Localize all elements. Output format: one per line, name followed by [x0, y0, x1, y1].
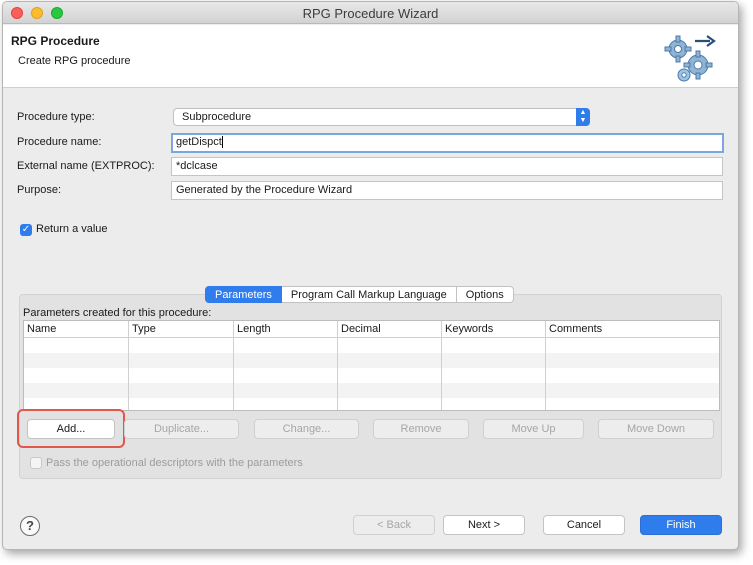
purpose-value: Generated by the Procedure Wizard [176, 184, 353, 196]
tab-parameters[interactable]: Parameters [205, 286, 282, 303]
help-icon[interactable]: ? [20, 516, 40, 536]
banner-title: RPG Procedure [11, 34, 100, 48]
back-button[interactable]: < Back [353, 515, 435, 535]
move-up-button[interactable]: Move Up [483, 419, 584, 439]
purpose-input[interactable]: Generated by the Procedure Wizard [171, 181, 723, 200]
procedure-type-label: Procedure type: [17, 111, 95, 123]
next-button[interactable]: Next > [443, 515, 525, 535]
cancel-button[interactable]: Cancel [543, 515, 625, 535]
column-header-type[interactable]: Type [129, 321, 234, 338]
move-down-button[interactable]: Move Down [598, 419, 714, 439]
banner-subtitle: Create RPG procedure [18, 55, 131, 67]
text-caret [221, 136, 223, 149]
gear-arrow-icon [664, 35, 716, 82]
external-name-value: *dclcase [176, 160, 218, 172]
procedure-name-input[interactable]: getDispct [171, 133, 724, 153]
finish-button[interactable]: Finish [640, 515, 722, 535]
external-name-input[interactable]: *dclcase [171, 157, 723, 176]
tab-strip: Parameters Program Call Markup Language … [205, 286, 514, 303]
tab-options[interactable]: Options [456, 286, 514, 303]
column-header-comments[interactable]: Comments [546, 321, 719, 338]
title-bar: RPG Procedure Wizard [3, 2, 738, 24]
remove-button[interactable]: Remove [373, 419, 469, 439]
pass-descriptors-label[interactable]: Pass the operational descriptors with th… [46, 457, 303, 469]
parameters-caption: Parameters created for this procedure: [23, 307, 212, 319]
column-divider [545, 338, 546, 410]
return-value-checkbox[interactable]: ✓ [20, 224, 32, 236]
pass-descriptors-checkbox[interactable] [30, 457, 42, 469]
procedure-name-label: Procedure name: [17, 136, 102, 148]
window-title: RPG Procedure Wizard [302, 6, 439, 21]
procedure-type-select[interactable]: Subprocedure ▲ ▼ [173, 108, 590, 126]
duplicate-button[interactable]: Duplicate... [124, 419, 239, 439]
purpose-label: Purpose: [17, 184, 62, 196]
wizard-banner: RPG Procedure Create RPG procedure [3, 25, 738, 88]
column-divider [441, 338, 442, 410]
wizard-window: RPG Procedure Wizard RPG Procedure Creat… [2, 1, 739, 550]
column-header-decimal[interactable]: Decimal [338, 321, 442, 338]
column-divider [128, 338, 129, 410]
column-divider [337, 338, 338, 410]
external-name-label: External name (EXTPROC): [17, 160, 155, 172]
procedure-type-value: Subprocedure [182, 111, 252, 123]
column-header-length[interactable]: Length [234, 321, 338, 338]
column-header-name[interactable]: Name [24, 321, 129, 338]
column-divider [233, 338, 234, 410]
procedure-name-value: getDispct [176, 136, 222, 148]
change-button[interactable]: Change... [254, 419, 359, 439]
return-value-label[interactable]: Return a value [36, 223, 108, 235]
column-header-keywords[interactable]: Keywords [442, 321, 546, 338]
parameters-table[interactable]: Name Type Length Decimal Keywords Commen… [23, 320, 720, 411]
chevron-updown-icon: ▲ ▼ [576, 108, 590, 126]
add-button[interactable]: Add... [27, 419, 115, 439]
tab-pcml[interactable]: Program Call Markup Language [281, 286, 457, 303]
